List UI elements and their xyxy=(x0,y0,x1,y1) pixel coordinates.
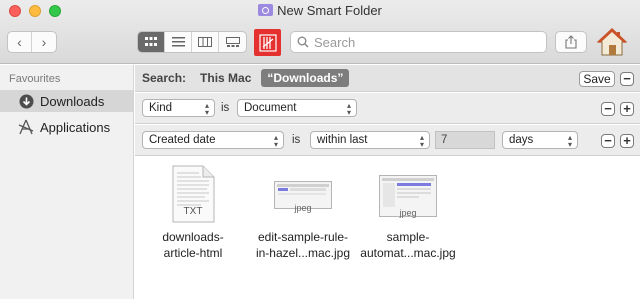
sidebar-item-label: Downloads xyxy=(40,93,105,109)
download-icon xyxy=(18,93,34,109)
scope-downloads[interactable]: “Downloads” xyxy=(261,69,350,87)
text-file-icon: TXT xyxy=(171,165,215,223)
main-content: Search: This Mac “Downloads” Save − Kind… xyxy=(135,65,640,299)
icon-view-icon xyxy=(145,37,157,46)
search-rule-created-date: Created date ▴ ▾ is within last ▴ ▾ 7 days… xyxy=(135,125,640,156)
rule-operator: is xyxy=(221,102,230,114)
save-button[interactable]: Save xyxy=(579,71,615,87)
popup-arrows-icon: ▴ ▾ xyxy=(567,133,572,149)
file-name-line: sample- xyxy=(386,230,430,244)
search-rule-kind: Kind ▴ ▾ is Document ▴ ▾ − + xyxy=(135,93,640,124)
rule-amount-field[interactable]: 7 xyxy=(435,131,495,149)
file-name: downloads- article-html xyxy=(135,229,251,261)
file-name: edit-sample-rule- in-hazel...mac.jpg xyxy=(245,229,361,261)
sidebar-item-downloads[interactable]: Downloads xyxy=(0,90,133,112)
share-button[interactable] xyxy=(555,31,587,53)
jpeg-thumbnail: jpeg xyxy=(274,165,332,223)
forward-button[interactable]: › xyxy=(32,32,56,52)
rule-attribute-popup[interactable]: Created date ▴ ▾ xyxy=(142,131,284,149)
popup-arrows-icon: ▴ ▾ xyxy=(419,133,424,149)
rule-value-popup[interactable]: Document ▴ ▾ xyxy=(237,99,357,117)
popup-arrows-icon: ▴ ▾ xyxy=(273,133,278,149)
rule-unit-value: days xyxy=(509,134,534,146)
list-view-icon xyxy=(171,37,185,47)
rule-operator: is xyxy=(292,134,301,146)
sidebar: Favourites Downloads Applications xyxy=(0,65,134,299)
search-icon xyxy=(297,36,309,48)
home-icon[interactable] xyxy=(596,26,628,58)
file-name-line: article-html xyxy=(163,246,223,260)
file-name-line: edit-sample-rule- xyxy=(257,230,349,244)
file-type-badge: jpeg xyxy=(294,203,312,213)
remove-rule-button[interactable]: − xyxy=(601,102,615,116)
icon-view-button[interactable] xyxy=(138,32,165,52)
column-view-button[interactable] xyxy=(192,32,219,52)
rule-qualifier-value: within last xyxy=(317,134,368,146)
window-title: New Smart Folder xyxy=(0,3,640,18)
column-view-icon xyxy=(198,37,212,47)
gallery-view-button[interactable] xyxy=(219,32,246,52)
file-type-badge: TXT xyxy=(183,206,203,217)
remove-search-button[interactable]: − xyxy=(620,72,634,86)
file-name-line: in-hazel...mac.jpg xyxy=(255,246,351,260)
search-label: Search: xyxy=(142,71,187,85)
scope-this-mac[interactable]: This Mac xyxy=(200,71,251,85)
rule-qualifier-popup[interactable]: within last ▴ ▾ xyxy=(310,131,430,149)
gallery-view-icon xyxy=(225,37,240,47)
search-placeholder: Search xyxy=(314,34,356,50)
add-rule-button[interactable]: + xyxy=(620,134,634,148)
back-button[interactable]: ‹ xyxy=(8,32,33,52)
title-bar: New Smart Folder ‹ › Search xyxy=(0,0,640,64)
hazel-icon xyxy=(258,33,277,52)
rule-attribute-value: Created date xyxy=(149,134,216,146)
file-item[interactable]: jpeg edit-sample-rule- in-hazel...mac.jp… xyxy=(245,165,361,261)
sidebar-item-applications[interactable]: Applications xyxy=(0,116,133,138)
file-name: sample- automat...mac.jpg xyxy=(350,229,466,261)
file-type-badge: jpeg xyxy=(399,208,417,218)
view-mode-buttons xyxy=(137,31,247,53)
file-item[interactable]: TXT downloads- article-html xyxy=(135,165,251,261)
sidebar-item-label: Applications xyxy=(40,119,111,135)
popup-arrows-icon: ▴ ▾ xyxy=(346,101,351,117)
file-name-line: downloads- xyxy=(162,230,224,244)
hazel-toolbar-button[interactable] xyxy=(254,29,281,56)
share-icon xyxy=(565,35,577,49)
list-view-button[interactable] xyxy=(165,32,192,52)
sidebar-header-favourites: Favourites xyxy=(9,73,61,85)
smart-folder-icon xyxy=(258,4,274,16)
rule-attribute-popup[interactable]: Kind ▴ ▾ xyxy=(142,99,215,117)
rule-value-value: Document xyxy=(244,102,297,114)
window-title-text: New Smart Folder xyxy=(277,3,382,18)
add-rule-button[interactable]: + xyxy=(620,102,634,116)
remove-rule-button[interactable]: − xyxy=(601,134,615,148)
file-name-line: automat...mac.jpg xyxy=(360,246,456,260)
applications-icon xyxy=(18,119,34,135)
rule-unit-popup[interactable]: days ▴ ▾ xyxy=(502,131,578,149)
navigation-buttons: ‹ › xyxy=(7,31,57,53)
search-field[interactable]: Search xyxy=(290,31,547,53)
popup-arrows-icon: ▴ ▾ xyxy=(204,101,209,117)
jpeg-thumbnail: jpeg xyxy=(379,165,437,223)
file-item[interactable]: jpeg sample- automat...mac.jpg xyxy=(350,165,466,261)
rule-attribute-value: Kind xyxy=(149,102,173,114)
search-scope-bar: Search: This Mac “Downloads” Save − xyxy=(135,65,640,92)
